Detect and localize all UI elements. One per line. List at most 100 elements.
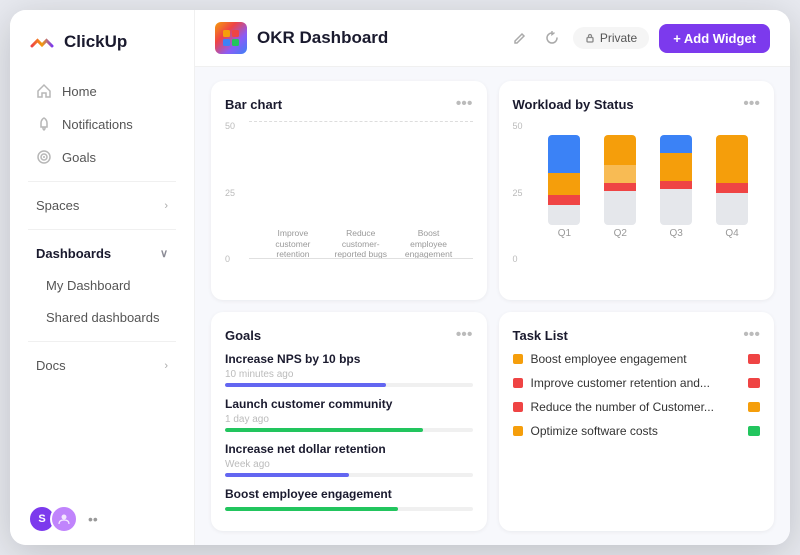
task-list-title: Task List [513,328,568,343]
sidebar-item-docs[interactable]: Docs › [18,350,186,381]
q1-seg-yellow [548,173,580,195]
task-item-1: Improve customer retention and... [513,376,761,390]
task-list-header: Task List ••• [513,326,761,344]
logo-area: ClickUp [10,10,194,70]
task-dot-3 [513,426,523,436]
sidebar-footer: S •• [10,493,194,545]
sidebar-item-goals-label: Goals [62,150,96,165]
task-flag-0 [748,354,760,364]
dashboard-grid: Bar chart ••• 50 25 0 [195,67,790,545]
main-content: OKR Dashboard [195,10,790,545]
q3-seg-red [660,181,692,189]
bar-group-0: Improve customer retention [259,224,327,259]
sidebar-navigation: Home Notifications Goals Spaces [10,70,194,493]
q4-seg-yellow [716,135,748,183]
y-label-0: 0 [225,254,235,264]
task-name-3: Optimize software costs [531,424,741,438]
q4-label: Q4 [725,228,738,239]
goals-list: Increase NPS by 10 bps 10 minutes ago La… [225,352,473,517]
app-window: ClickUp Home Notifications [10,10,790,545]
sidebar-item-dashboards[interactable]: Dashboards ∨ [18,238,186,269]
goal-meta-0: 10 minutes ago [225,369,473,380]
sidebar-docs-label: Docs [36,358,66,373]
avatar-group: S [28,505,78,533]
sidebar-dashboards-label: Dashboards [36,246,111,261]
task-list: Boost employee engagement Improve custom… [513,352,761,517]
sidebar-item-shared-dashboards[interactable]: Shared dashboards [18,302,186,333]
q1-seg-gray [548,205,580,225]
workload-header: Workload by Status ••• [513,95,761,113]
sidebar-item-home[interactable]: Home [18,75,186,107]
workload-title: Workload by Status [513,97,634,112]
refresh-button[interactable] [541,27,563,49]
goals-menu[interactable]: ••• [456,326,473,344]
y-label-25: 25 [225,188,235,198]
divider-2 [28,229,176,230]
q3-seg-yellow [660,153,692,181]
goal-bar-fill-0 [225,383,386,387]
add-widget-button[interactable]: + Add Widget [659,24,770,53]
goal-bar-bg-1 [225,428,473,432]
bell-icon [36,116,52,132]
bar-label-2: Boost employee engagement [399,228,459,259]
y-label-50: 50 [225,121,235,131]
topbar: OKR Dashboard [195,10,790,67]
target-icon [36,149,52,165]
sidebar-item-my-dashboard[interactable]: My Dashboard [18,270,186,301]
goal-item-1: Launch customer community 1 day ago [225,397,473,432]
task-item-0: Boost employee engagement [513,352,761,366]
bar-chart-title: Bar chart [225,97,282,112]
workload-widget: Workload by Status ••• 50 25 0 [499,81,775,300]
divider-1 [28,181,176,182]
q1-seg-red [548,195,580,205]
task-item-3: Optimize software costs [513,424,761,438]
bar-chart-area: 50 25 0 [225,121,473,286]
bar-group-1: Reduce customer-reported bugs [327,224,395,259]
bar-chart-menu[interactable]: ••• [456,95,473,113]
q1-seg-blue [548,135,580,173]
sidebar-spaces-label: Spaces [36,198,79,213]
dashboard-icon [215,22,247,54]
bar-label-1: Reduce customer-reported bugs [331,228,391,259]
goals-header: Goals ••• [225,326,473,344]
bar-group-2: Boost employee engagement [395,224,463,259]
sidebar-shared-dashboards-label: Shared dashboards [46,310,159,325]
topbar-title: OKR Dashboard [257,28,388,48]
task-name-0: Boost employee engagement [531,352,741,366]
stacked-group-q3: Q3 [660,135,692,239]
chevron-down-icon: ∨ [160,247,168,260]
sidebar-item-notifications-label: Notifications [62,117,133,132]
task-item-2: Reduce the number of Customer... [513,400,761,414]
footer-dots[interactable]: •• [88,511,98,527]
topbar-actions: Private + Add Widget [509,24,770,53]
workload-y-50: 50 [513,121,523,131]
home-icon [36,83,52,99]
task-list-widget: Task List ••• Boost employee engagement … [499,312,775,531]
edit-button[interactable] [509,27,531,49]
q2-seg-yellow1 [604,135,636,165]
sidebar-item-notifications[interactable]: Notifications [18,108,186,140]
task-list-menu[interactable]: ••• [743,326,760,344]
q2-seg-red [604,183,636,191]
workload-y-25: 25 [513,188,523,198]
task-flag-1 [748,378,760,388]
private-badge[interactable]: Private [573,27,649,49]
private-label: Private [600,31,637,45]
avatar-img [50,505,78,533]
q1-label: Q1 [558,228,571,239]
workload-menu[interactable]: ••• [743,95,760,113]
chevron-right-icon: › [164,200,168,212]
task-flag-2 [748,402,760,412]
task-dot-1 [513,378,523,388]
q2-seg-yellow2 [604,165,636,183]
bar-chart-header: Bar chart ••• [225,95,473,113]
stacked-group-q2: Q2 [604,135,636,239]
sidebar-item-goals[interactable]: Goals [18,141,186,173]
q2-seg-gray [604,191,636,225]
q2-label: Q2 [614,228,627,239]
q3-label: Q3 [670,228,683,239]
goal-meta-2: Week ago [225,459,473,470]
goal-name-2: Increase net dollar retention [225,442,473,456]
sidebar-item-spaces[interactable]: Spaces › [18,190,186,221]
goal-name-3: Boost employee engagement [225,487,473,501]
